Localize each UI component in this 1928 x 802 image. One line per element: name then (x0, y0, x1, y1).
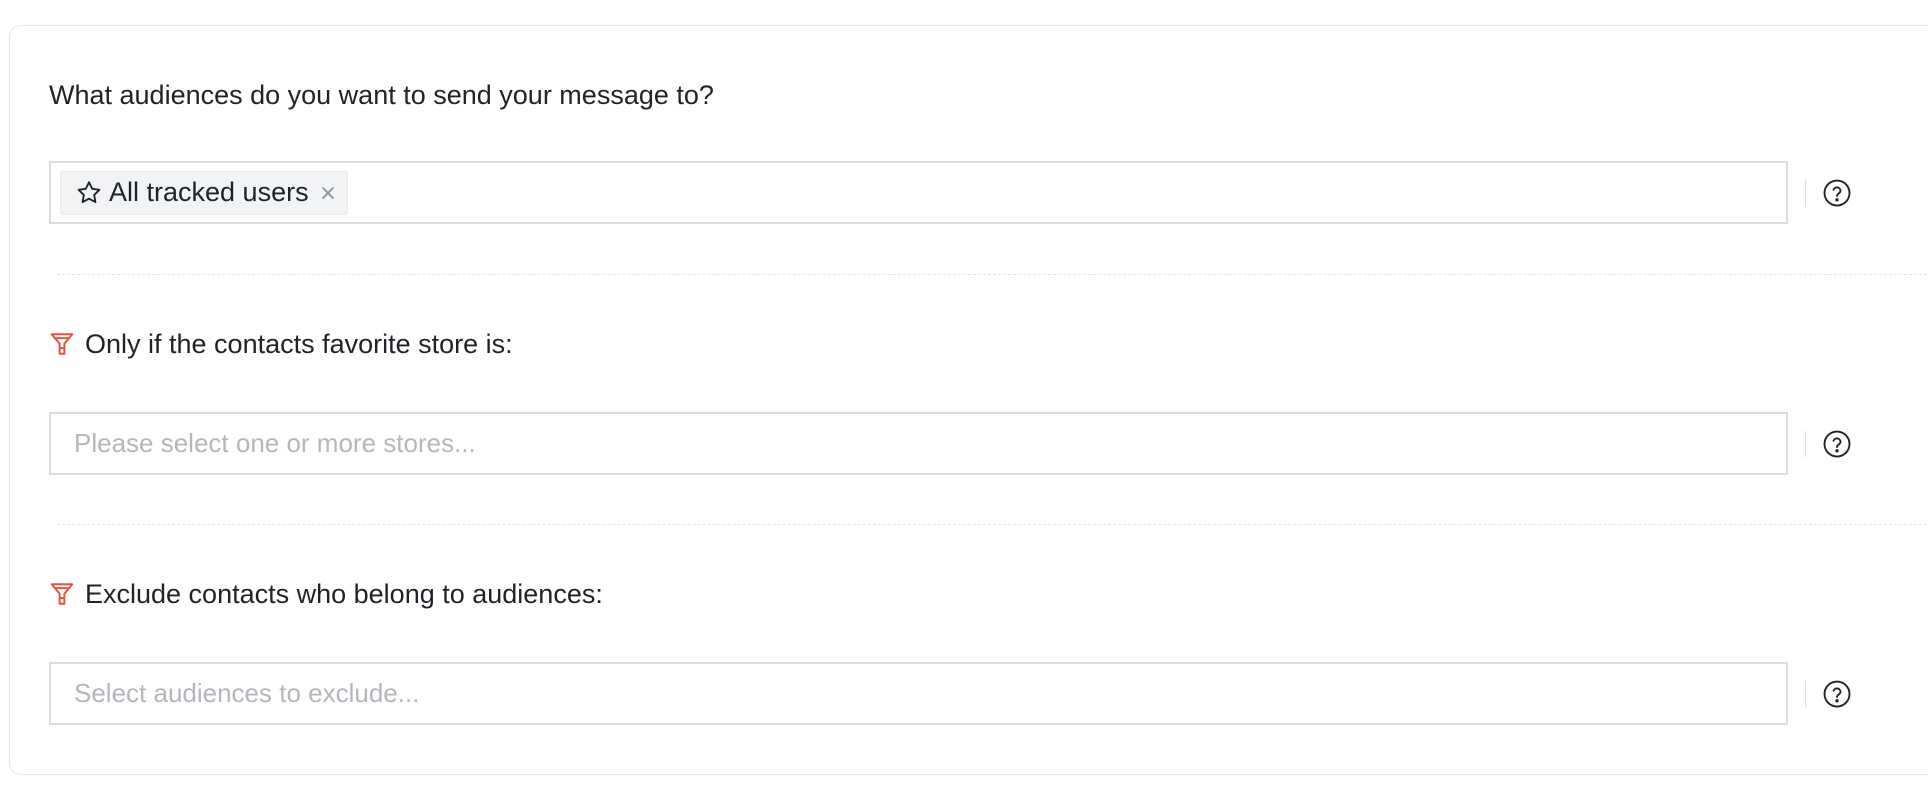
help-question-icon[interactable] (1822, 429, 1852, 459)
favorite-store-section-title: Only if the contacts favorite store is: (85, 328, 513, 359)
favorite-store-select[interactable]: Please select one or more stores... (49, 412, 1788, 475)
exclude-audiences-placeholder: Select audiences to exclude... (74, 678, 420, 708)
exclude-section: Exclude contacts who belong to audiences… (49, 577, 1928, 611)
section-divider (57, 524, 1928, 525)
input-divider (1805, 430, 1806, 457)
filter-icon (49, 581, 75, 607)
star-outline-icon (75, 179, 103, 207)
filter-icon (49, 331, 75, 357)
input-divider (1805, 179, 1806, 206)
audiences-select[interactable]: All tracked users (49, 161, 1788, 224)
audiences-section: What audiences do you want to send your … (49, 78, 1928, 112)
audiences-section-title: What audiences do you want to send your … (49, 79, 714, 110)
help-question-icon[interactable] (1822, 178, 1852, 208)
favorite-store-section: Only if the contacts favorite store is: (49, 327, 1928, 361)
input-divider (1805, 680, 1806, 707)
audience-tag-label: All tracked users (109, 177, 309, 207)
section-divider (57, 274, 1928, 275)
help-question-icon[interactable] (1822, 679, 1852, 709)
exclude-audiences-select[interactable]: Select audiences to exclude... (49, 662, 1788, 725)
exclude-section-title: Exclude contacts who belong to audiences… (85, 578, 603, 609)
remove-tag-close-icon[interactable] (319, 184, 337, 202)
favorite-store-placeholder: Please select one or more stores... (74, 428, 476, 458)
audience-tag: All tracked users (60, 170, 348, 215)
